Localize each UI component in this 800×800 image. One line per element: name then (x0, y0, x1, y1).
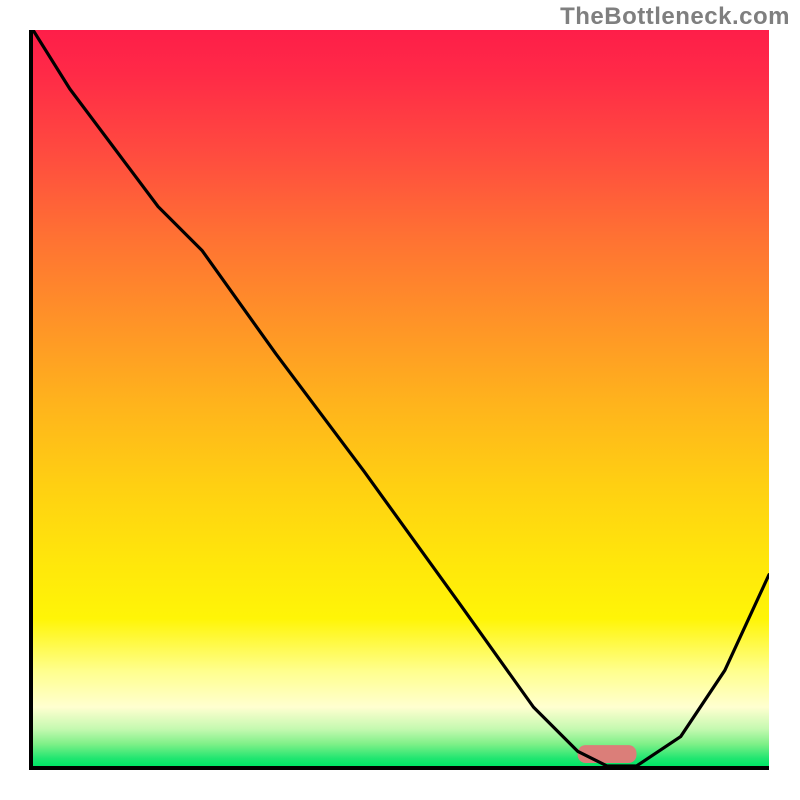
attribution-text: TheBottleneck.com (560, 3, 790, 31)
curve-layer (33, 30, 769, 766)
plot-area (29, 30, 769, 770)
bottleneck-curve (33, 30, 769, 766)
chart-container: TheBottleneck.com (0, 0, 800, 800)
